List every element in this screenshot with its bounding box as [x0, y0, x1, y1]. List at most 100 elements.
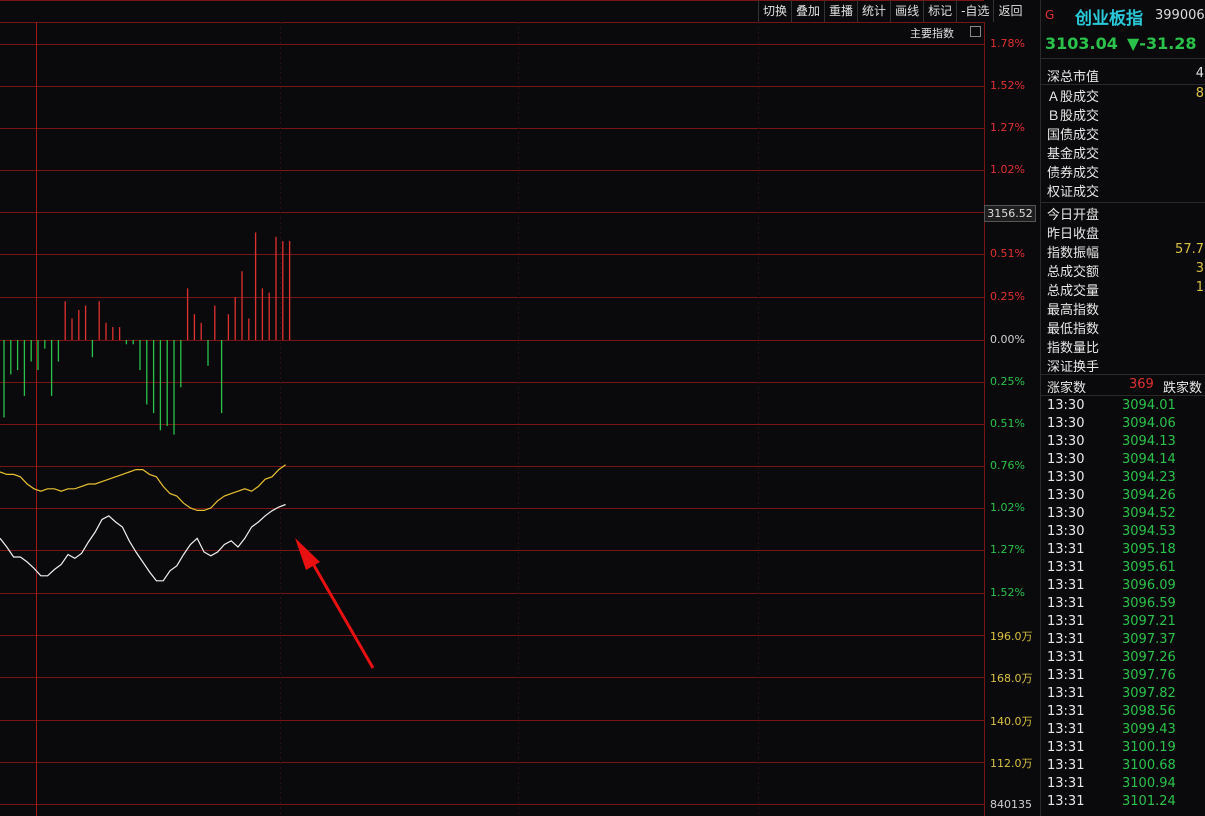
tick-time: 13:31 [1047, 650, 1085, 665]
tick-row: 13:31 3095.61 [1041, 559, 1205, 577]
tick-row: 13:30 3094.52 [1041, 505, 1205, 523]
tick-row: 13:31 3097.37 [1041, 631, 1205, 649]
quote-row-label: 基金成交 [1047, 147, 1100, 162]
volume-bottom-value: 840135 [990, 798, 1032, 811]
tick-row: 13:31 3100.19 [1041, 739, 1205, 757]
quote-row-label: 权证成交 [1047, 185, 1100, 200]
tick-price: 3095.61 [1122, 560, 1176, 575]
volume-tick-label: 140.0万 [990, 715, 1033, 728]
toolbar-button[interactable]: 画线 [890, 0, 923, 22]
tick-time: 13:31 [1047, 722, 1085, 737]
tick-price: 3096.59 [1122, 596, 1176, 611]
price-line [0, 503, 286, 582]
tick-price: 3095.18 [1122, 542, 1176, 557]
tick-row: 13:30 3094.23 [1041, 469, 1205, 487]
tick-row: 13:31 3096.09 [1041, 577, 1205, 595]
toolbar-button[interactable]: 标记 [923, 0, 956, 22]
quote-row-label: 指数振幅 [1047, 246, 1100, 261]
tick-time: 13:31 [1047, 794, 1085, 809]
tick-row: 13:31 3097.76 [1041, 667, 1205, 685]
tick-price: 3094.01 [1122, 398, 1176, 413]
toolbar-button[interactable]: 切换 [758, 0, 791, 22]
tick-row: 13:31 3100.68 [1041, 757, 1205, 775]
quote-row: Ａ股成交 8 [1041, 85, 1205, 105]
tick-time: 13:31 [1047, 632, 1085, 647]
market-value-row: 深总市值 4 [1041, 65, 1205, 85]
tick-list[interactable]: 13:30 3094.01 13:30 3094.06 13:30 3094.13 13:3… [1041, 397, 1205, 811]
toolbar-button[interactable]: -自选 [956, 0, 993, 22]
tick-row: 13:31 3097.26 [1041, 649, 1205, 667]
tick-time: 13:31 [1047, 596, 1085, 611]
tick-time: 13:30 [1047, 452, 1085, 467]
tick-row: 13:31 3097.21 [1041, 613, 1205, 631]
volume-tick-label: 168.0万 [990, 672, 1033, 685]
tick-time: 13:31 [1047, 776, 1085, 791]
tick-row: 13:31 3098.56 [1041, 703, 1205, 721]
volume-tick-label: 196.0万 [990, 630, 1033, 643]
up-count: 369 [1129, 377, 1154, 392]
quote-row-label: 深证换手 [1047, 360, 1100, 375]
avg-line [0, 464, 286, 511]
axis-tick-label: 1.52% [990, 79, 1025, 92]
tick-price: 3098.56 [1122, 704, 1176, 719]
axis-tick-label: 1.27% [990, 121, 1025, 134]
tick-time: 13:30 [1047, 524, 1085, 539]
tick-time: 13:31 [1047, 686, 1085, 701]
axis-tick-label: 0.25% [990, 375, 1025, 388]
tick-time: 13:31 [1047, 704, 1085, 719]
quote-row-label: Ａ股成交 [1047, 90, 1100, 105]
axis-tick-label: 0.25% [990, 290, 1025, 303]
chart-toolbar: 切换 叠加 重播 统计 画线 标记 -自选 返回 [758, 0, 1026, 22]
annotation-arrow [310, 561, 375, 669]
quote-row: 最高指数 [1041, 298, 1205, 318]
quote-row-label: 今日开盘 [1047, 208, 1100, 223]
tick-row: 13:30 3094.53 [1041, 523, 1205, 541]
down-count-label: 跌家数 [1163, 381, 1203, 396]
intraday-chart[interactable] [0, 0, 1040, 816]
tick-row: 13:31 3095.18 [1041, 541, 1205, 559]
tick-row: 13:30 3094.14 [1041, 451, 1205, 469]
tick-price: 3094.26 [1122, 488, 1176, 503]
chart-area[interactable]: 切换 叠加 重播 统计 画线 标记 -自选 返回 主要指数 3156.52 1.78% 1.52… [0, 0, 1040, 816]
tick-row: 13:31 3099.43 [1041, 721, 1205, 739]
quote-row-label: 最低指数 [1047, 322, 1100, 337]
quote-row-value: 1 [1195, 280, 1204, 295]
breadth-row: 涨家数 369 跌家数 [1041, 374, 1205, 396]
tick-price: 3099.43 [1122, 722, 1176, 737]
quote-row-label: 昨日收盘 [1047, 227, 1100, 242]
g-badge: G [1045, 8, 1055, 22]
tick-price: 3094.14 [1122, 452, 1176, 467]
axis-tick-label: 0.00% [990, 333, 1025, 346]
index-code: 399006 [1155, 8, 1205, 23]
axis-tick-label: 1.78% [990, 37, 1025, 50]
toolbar-button[interactable]: 统计 [857, 0, 890, 22]
quote-row-label: 国债成交 [1047, 128, 1100, 143]
main-index-label[interactable]: 主要指数 [910, 25, 954, 41]
tick-time: 13:31 [1047, 758, 1085, 773]
tick-time: 13:31 [1047, 542, 1085, 557]
stats-section: 今日开盘 昨日收盘 指数振幅 57.7 总成交额 3 总成交量 1 最高指数 最低指数 指数量比 深证… [1041, 202, 1205, 375]
quote-row-label: 总成交量 [1047, 284, 1100, 299]
quote-row-label: 指数量比 [1047, 341, 1100, 356]
quote-row: 权证成交 [1041, 180, 1205, 200]
main-index-checkbox[interactable] [970, 26, 981, 37]
tick-price: 3094.52 [1122, 506, 1176, 521]
tick-price: 3097.21 [1122, 614, 1176, 629]
toolbar-button[interactable]: 返回 [993, 0, 1026, 22]
quote-row: 深证换手 [1041, 355, 1205, 375]
tick-price: 3094.06 [1122, 416, 1176, 431]
toolbar-button[interactable]: 叠加 [791, 0, 824, 22]
tick-row: 13:30 3094.26 [1041, 487, 1205, 505]
tick-price: 3096.09 [1122, 578, 1176, 593]
axis-tick-label: 1.02% [990, 163, 1025, 176]
index-name[interactable]: 创业板指 [1075, 4, 1143, 29]
quote-row: 今日开盘 [1041, 203, 1205, 223]
toolbar-button[interactable]: 重播 [824, 0, 857, 22]
quote-price: 3103.04 ▼-31.28 [1041, 30, 1205, 59]
quote-row-label: Ｂ股成交 [1047, 109, 1100, 124]
quote-row-value: 8 [1195, 86, 1204, 101]
axis-tick-label: 1.52% [990, 586, 1025, 599]
tick-row: 13:30 3094.13 [1041, 433, 1205, 451]
tick-time: 13:31 [1047, 614, 1085, 629]
tick-price: 3101.24 [1122, 794, 1176, 809]
